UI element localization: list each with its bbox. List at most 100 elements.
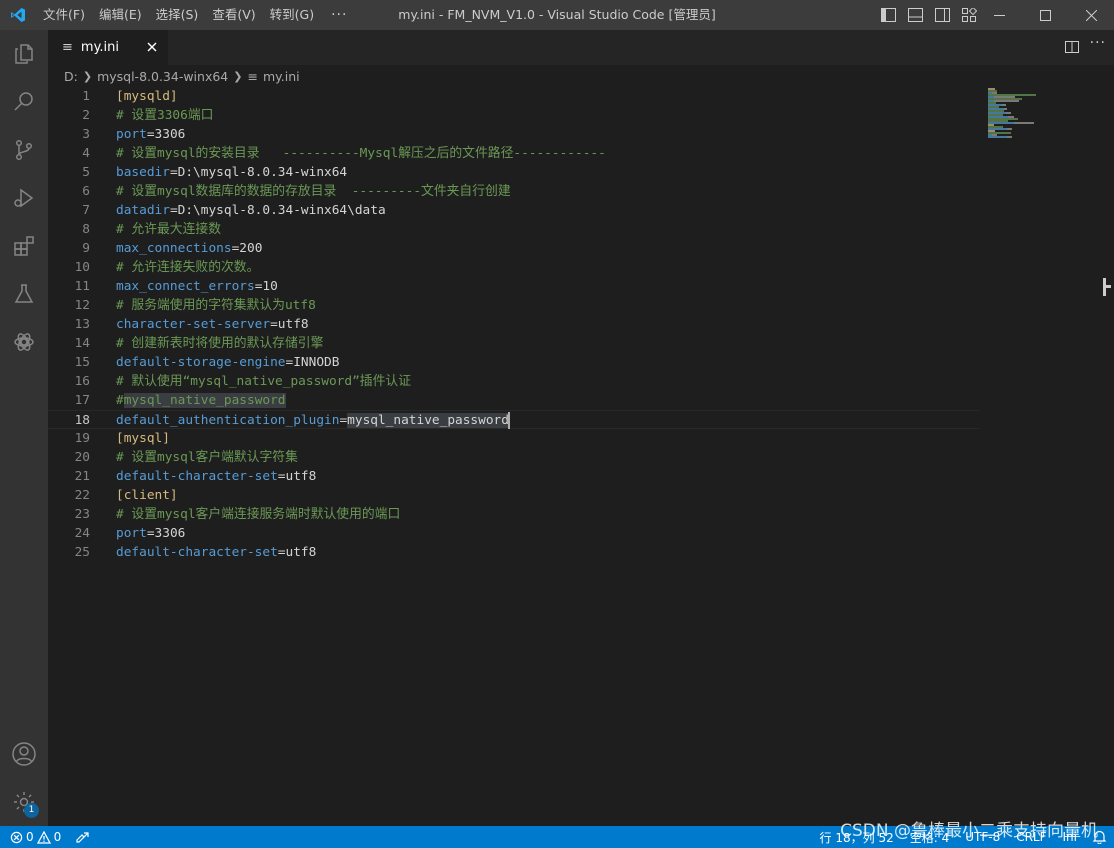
notifications-bell-icon[interactable] — [1093, 830, 1106, 844]
code-token: datadir — [116, 203, 170, 218]
menu-more-button[interactable]: ··· — [321, 7, 357, 23]
menu-view[interactable]: 查看(V) — [205, 0, 262, 30]
manage-gear-icon[interactable]: 1 — [0, 778, 48, 826]
breadcrumb-drive[interactable]: D: — [64, 69, 78, 84]
line-number: 20 — [74, 450, 90, 465]
cursor-position[interactable]: 行 18，列 52 — [820, 829, 894, 846]
breadcrumb-folder[interactable]: mysql-8.0.34-winx64 — [97, 69, 228, 84]
code-line[interactable]: 12 # 服务端使用的字符集默认为utf8 — [48, 296, 980, 315]
split-editor-icon[interactable] — [1064, 39, 1080, 55]
source-control-icon[interactable] — [0, 126, 48, 174]
toggle-primary-sidebar-icon[interactable] — [880, 7, 897, 24]
code-token: =INNODB — [285, 355, 340, 370]
tab-bar: ≡ my.ini ··· — [48, 30, 1114, 65]
close-tab-icon[interactable] — [144, 39, 160, 55]
code-token: = — [339, 413, 348, 428]
code-token: # 允许连接失败的次数。 — [116, 260, 260, 275]
code-line[interactable]: 1 [mysqld] — [48, 87, 980, 106]
code-token: max_connections — [116, 241, 232, 256]
menu-file[interactable]: 文件(F) — [36, 0, 92, 30]
line-number: 17 — [74, 393, 90, 408]
code-line[interactable]: 15 default-storage-engine=INNODB — [48, 353, 980, 372]
status-bar: 0 0 行 18，列 52 空格: 4 UTF-8 CRLF Ini — [0, 826, 1114, 848]
line-number: 3 — [82, 127, 90, 142]
code-token: default-character-set — [116, 545, 278, 560]
code-line[interactable]: 14 # 创建新表时将使用的默认存储引擎 — [48, 334, 980, 353]
code-line[interactable]: 11 max_connect_errors=10 — [48, 277, 980, 296]
line-number: 12 — [74, 298, 90, 313]
line-code: basedir=D:\mysql-8.0.34-winx64 — [116, 163, 347, 182]
code-token: max_connect_errors — [116, 279, 255, 294]
chevron-right-icon: ❯ — [233, 69, 243, 83]
search-icon[interactable] — [0, 78, 48, 126]
code-line[interactable]: 16 # 默认使用“mysql_native_password”插件认证 — [48, 372, 980, 391]
line-code: # 设置mysql的安装目录 ----------Mysql解压之后的文件路径-… — [116, 144, 606, 163]
code-line[interactable]: 18 default_authentication_plugin=mysql_na… — [48, 410, 980, 429]
code-token: # 默认使用“mysql_native_password”插件认证 — [116, 374, 411, 389]
code-token: basedir — [116, 165, 170, 180]
breadcrumb-file[interactable]: my.ini — [263, 69, 300, 84]
code-line[interactable]: 9 max_connections=200 — [48, 239, 980, 258]
live-share-icon[interactable] — [75, 830, 90, 844]
toggle-panel-icon[interactable] — [907, 7, 924, 24]
code-line[interactable]: 5 basedir=D:\mysql-8.0.34-winx64 — [48, 163, 980, 182]
code-token: # 创建新表时将使用的默认存储引擎 — [116, 336, 324, 351]
menu-bar: 文件(F) 编辑(E) 选择(S) 查看(V) 转到(G) ··· — [36, 0, 357, 30]
breadcrumb: D: ❯ mysql-8.0.34-winx64 ❯ ≡ my.ini — [48, 65, 300, 87]
code-line[interactable]: 25 default-character-set=utf8 — [48, 543, 980, 562]
code-line[interactable]: 19 [mysql] — [48, 429, 980, 448]
line-code: default-storage-engine=INNODB — [116, 353, 339, 372]
menu-go[interactable]: 转到(G) — [263, 0, 321, 30]
code-line[interactable]: 23 # 设置mysql客户端连接服务端时默认使用的端口 — [48, 505, 980, 524]
code-line[interactable]: 17 #mysql_native_password — [48, 391, 980, 410]
end-of-line[interactable]: CRLF — [1016, 830, 1046, 844]
line-code: [client] — [116, 486, 178, 505]
indentation-setting[interactable]: 空格: 4 — [910, 829, 950, 846]
code-editor[interactable]: 1 [mysqld] 2 # 设置3306端口 3 port=3306 4 # 设置mysql… — [48, 87, 1114, 826]
code-line[interactable]: 20 # 设置mysql客户端默认字符集 — [48, 448, 980, 467]
run-debug-icon[interactable] — [0, 174, 48, 222]
code-token: # 设置mysql客户端连接服务端时默认使用的端口 — [116, 507, 401, 522]
language-mode[interactable]: Ini — [1063, 830, 1077, 844]
code-line[interactable]: 22 [client] — [48, 486, 980, 505]
menu-edit[interactable]: 编辑(E) — [92, 0, 149, 30]
line-number: 2 — [82, 108, 90, 123]
code-line[interactable]: 13 character-set-server=utf8 — [48, 315, 980, 334]
line-code: # 默认使用“mysql_native_password”插件认证 — [116, 372, 411, 391]
line-number: 13 — [74, 317, 90, 332]
file-settings-icon: ≡ — [247, 68, 258, 84]
code-line[interactable]: 7 datadir=D:\mysql-8.0.34-winx64\data — [48, 201, 980, 220]
line-code: # 允许最大连接数 — [116, 220, 221, 239]
minimap[interactable] — [984, 87, 1100, 147]
code-token: =3306 — [146, 526, 186, 541]
code-line[interactable]: 6 # 设置mysql数据库的数据的存放目录 ---------文件夹自行创建 — [48, 182, 980, 201]
code-line[interactable]: 8 # 允许最大连接数 — [48, 220, 980, 239]
code-line[interactable]: 21 default-character-set=utf8 — [48, 467, 980, 486]
minimize-icon[interactable] — [976, 0, 1022, 30]
extensions-icon[interactable] — [0, 222, 48, 270]
code-line[interactable]: 2 # 设置3306端口 — [48, 106, 980, 125]
code-line[interactable]: 24 port=3306 — [48, 524, 980, 543]
maximize-icon[interactable] — [1022, 0, 1068, 30]
line-number: 25 — [74, 545, 90, 560]
code-token: port — [116, 526, 147, 541]
line-number: 24 — [74, 526, 90, 541]
line-code: max_connect_errors=10 — [116, 277, 278, 296]
code-line[interactable]: 4 # 设置mysql的安装目录 ----------Mysql解压之后的文件路径… — [48, 144, 980, 163]
tab-my-ini[interactable]: ≡ my.ini — [48, 30, 168, 65]
testing-icon[interactable] — [0, 270, 48, 318]
line-code: [mysql] — [116, 429, 170, 448]
code-line[interactable]: 3 port=3306 — [48, 125, 980, 144]
code-token: # 设置mysql的安装目录 ----------Mysql解压之后的文件路径-… — [116, 146, 606, 161]
line-code: # 设置mysql客户端连接服务端时默认使用的端口 — [116, 505, 400, 524]
toggle-secondary-sidebar-icon[interactable] — [934, 7, 951, 24]
chatgpt-extension-icon[interactable] — [0, 318, 48, 366]
close-window-icon[interactable] — [1068, 0, 1114, 30]
account-icon[interactable] — [0, 730, 48, 778]
problems-indicator[interactable]: 0 0 — [10, 830, 61, 844]
code-line[interactable]: 10 # 允许连接失败的次数。 — [48, 258, 980, 277]
menu-selection[interactable]: 选择(S) — [149, 0, 206, 30]
file-encoding[interactable]: UTF-8 — [965, 830, 1000, 844]
editor-more-actions-button[interactable]: ··· — [1090, 35, 1106, 51]
explorer-icon[interactable] — [0, 30, 48, 78]
